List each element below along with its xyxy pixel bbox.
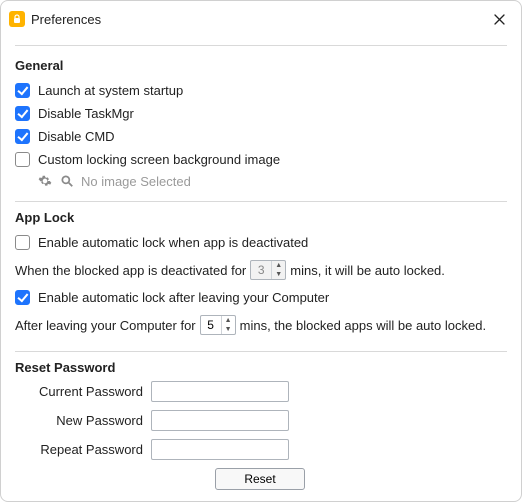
- leave-mins-input[interactable]: [201, 316, 221, 334]
- section-title-reset: Reset Password: [15, 351, 507, 375]
- window-title: Preferences: [31, 12, 487, 27]
- text: mins, the blocked apps will be auto lock…: [240, 318, 486, 333]
- text: When the blocked app is deactivated for: [15, 263, 246, 278]
- magnifier-icon[interactable]: [59, 173, 75, 189]
- new-password-input[interactable]: [151, 410, 289, 431]
- checkbox-label: Custom locking screen background image: [38, 152, 280, 167]
- checkbox-label: Enable automatic lock after leaving your…: [38, 290, 329, 305]
- spin-down-icon[interactable]: ▼: [222, 325, 235, 334]
- current-password-input[interactable]: [151, 381, 289, 402]
- checkbox-row-disable-taskmgr[interactable]: Disable TaskMgr: [15, 102, 507, 125]
- checkbox-row-custom-bg[interactable]: Custom locking screen background image: [15, 148, 507, 171]
- gear-icon[interactable]: [37, 173, 53, 189]
- leave-mins-line: After leaving your Computer for ▲ ▼ mins…: [15, 309, 507, 341]
- spin-up-icon[interactable]: ▲: [272, 261, 285, 270]
- repeat-password-label: Repeat Password: [15, 442, 145, 457]
- spinner-buttons[interactable]: ▲ ▼: [271, 261, 285, 279]
- bg-image-row: No image Selected: [15, 171, 507, 191]
- no-image-text: No image Selected: [81, 174, 191, 189]
- deactivated-mins-spinner[interactable]: ▲ ▼: [250, 260, 286, 280]
- checkbox-autolock-deactivated[interactable]: [15, 235, 30, 250]
- checkbox-row-autolock-deactivated[interactable]: Enable automatic lock when app is deacti…: [15, 231, 507, 254]
- checkbox-label: Disable CMD: [38, 129, 115, 144]
- checkbox-label: Enable automatic lock when app is deacti…: [38, 235, 308, 250]
- text: After leaving your Computer for: [15, 318, 196, 333]
- password-grid: Current Password New Password Repeat Pas…: [15, 381, 507, 460]
- checkbox-label: Launch at system startup: [38, 83, 183, 98]
- checkbox-label: Disable TaskMgr: [38, 106, 134, 121]
- checkbox-disable-cmd[interactable]: [15, 129, 30, 144]
- spinner-buttons[interactable]: ▲ ▼: [221, 316, 235, 334]
- content: General Launch at system startup Disable…: [1, 35, 521, 500]
- current-password-label: Current Password: [15, 384, 145, 399]
- repeat-password-input[interactable]: [151, 439, 289, 460]
- preferences-window: Preferences General Launch at system sta…: [0, 0, 522, 502]
- lock-icon: [9, 11, 25, 27]
- checkbox-row-disable-cmd[interactable]: Disable CMD: [15, 125, 507, 148]
- section-title-general: General: [15, 45, 507, 73]
- checkbox-custom-bg[interactable]: [15, 152, 30, 167]
- checkbox-row-autolock-leave[interactable]: Enable automatic lock after leaving your…: [15, 286, 507, 309]
- spin-up-icon[interactable]: ▲: [222, 316, 235, 325]
- titlebar: Preferences: [1, 1, 521, 35]
- new-password-label: New Password: [15, 413, 145, 428]
- checkbox-disable-taskmgr[interactable]: [15, 106, 30, 121]
- reset-button-row: Reset: [15, 468, 507, 490]
- text: mins, it will be auto locked.: [290, 263, 445, 278]
- deactivated-mins-input[interactable]: [251, 261, 271, 279]
- close-button[interactable]: [487, 7, 511, 31]
- deactivated-mins-line: When the blocked app is deactivated for …: [15, 254, 507, 286]
- checkbox-launch-startup[interactable]: [15, 83, 30, 98]
- section-title-applock: App Lock: [15, 201, 507, 225]
- spin-down-icon[interactable]: ▼: [272, 270, 285, 279]
- checkbox-row-launch-startup[interactable]: Launch at system startup: [15, 79, 507, 102]
- leave-mins-spinner[interactable]: ▲ ▼: [200, 315, 236, 335]
- reset-button[interactable]: Reset: [215, 468, 305, 490]
- checkbox-autolock-leave[interactable]: [15, 290, 30, 305]
